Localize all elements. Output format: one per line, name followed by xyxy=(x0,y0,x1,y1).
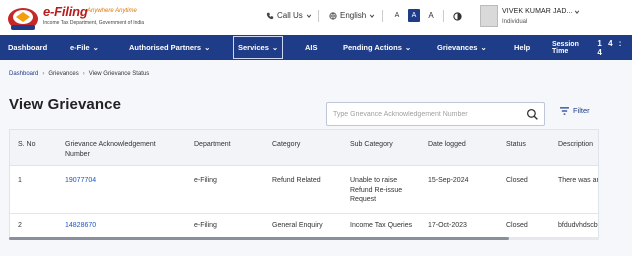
language-selector[interactable]: English xyxy=(329,11,375,20)
divider xyxy=(318,10,319,22)
table-row: 2 14828670 e-Filing General Enquiry Inco… xyxy=(10,214,599,238)
logo-title: e-Filing xyxy=(43,4,88,19)
efiling-logo[interactable]: e-Filing Anywhere Anytime Income Tax Dep… xyxy=(7,3,147,33)
cell-department: e-Filing xyxy=(194,177,217,184)
chevron-down-icon: ⌄ xyxy=(404,43,412,52)
globe-icon xyxy=(329,11,337,20)
font-normal-button[interactable]: A xyxy=(408,9,420,22)
cell-sno: 2 xyxy=(18,222,22,229)
chevron-down-icon[interactable] xyxy=(574,9,580,15)
cell-sub-category: Income Tax Queries xyxy=(350,222,413,229)
filter-label: Filter xyxy=(573,106,590,115)
chevron-down-icon xyxy=(370,14,375,18)
grievance-table: S. No Grievance Acknowledgement Number D… xyxy=(9,129,599,239)
cell-sub-category: Unable to raise Refund Re-issue Request xyxy=(350,177,403,203)
call-us-label: Call Us xyxy=(277,11,303,20)
call-us-menu[interactable]: Call Us xyxy=(266,11,312,20)
cell-date: 15-Sep-2024 xyxy=(428,177,469,184)
chevron-down-icon xyxy=(306,14,311,18)
nav-help[interactable]: Help xyxy=(514,35,530,60)
search-input[interactable] xyxy=(333,108,513,121)
breadcrumb-separator-icon: › xyxy=(82,71,85,77)
filter-icon xyxy=(560,106,569,115)
filter-button[interactable]: Filter xyxy=(560,106,590,115)
nav-efile-label: e-File xyxy=(70,43,90,52)
cell-sno: 1 xyxy=(18,177,22,184)
column-header: Status xyxy=(506,141,526,148)
phone-icon xyxy=(266,12,274,19)
divider xyxy=(443,10,444,22)
nav-help-label: Help xyxy=(514,43,531,52)
ack-number-link[interactable]: 14828670 xyxy=(65,221,96,231)
nav-efile[interactable]: e-File ⌄ xyxy=(70,35,99,60)
nav-grievances[interactable]: Grievances ⌄ xyxy=(437,35,487,60)
session-time-value: 1 4 : 4 xyxy=(597,38,624,57)
column-header: Date logged xyxy=(428,141,466,148)
logo-tagline: Anywhere Anytime xyxy=(87,8,137,14)
column-header: Sub Category xyxy=(350,141,393,148)
table-header: S. No Grievance Acknowledgement Number D… xyxy=(10,130,598,166)
column-header: Category xyxy=(272,141,301,148)
font-decrease-button[interactable]: A xyxy=(391,9,403,22)
nav-authorised-partners[interactable]: Authorised Partners ⌄ xyxy=(129,35,210,60)
breadcrumb-dashboard[interactable]: Dashboard xyxy=(9,71,38,77)
breadcrumb-grievances[interactable]: Grievances xyxy=(48,71,78,77)
column-header: Department xyxy=(194,141,231,148)
cell-description: There was an xyxy=(558,177,599,184)
nav-authorised-partners-label: Authorised Partners xyxy=(129,43,202,52)
nav-services[interactable]: Services ⌄ xyxy=(233,36,284,59)
contrast-icon[interactable] xyxy=(453,12,462,21)
nav-services-label: Services xyxy=(238,43,269,52)
chevron-down-icon: ⌄ xyxy=(480,43,487,52)
nav-pending-actions-label: Pending Actions xyxy=(343,43,402,52)
user-name[interactable]: VIVEK KUMAR JAD... xyxy=(502,8,573,15)
table-row: 1 19077704 e-Filing Refund Related Unabl… xyxy=(10,166,599,214)
ack-number-link[interactable]: 19077704 xyxy=(65,176,96,186)
nav-pending-actions[interactable]: Pending Actions ⌄ xyxy=(343,35,411,60)
logo-subtitle: Income Tax Department, Government of Ind… xyxy=(43,20,145,26)
page-title: View Grievance xyxy=(9,96,122,113)
nav-ais-label: AIS xyxy=(305,43,318,52)
language-label: English xyxy=(340,11,367,20)
cell-category: General Enquiry xyxy=(272,222,323,229)
cell-description: bfdudvhdscbv xyxy=(558,222,599,229)
cell-status: Closed xyxy=(506,222,528,229)
session-timer: Session Time 1 4 : 4 xyxy=(552,35,632,60)
nav-dashboard-label: Dashboard xyxy=(8,43,48,52)
session-time-label: Session Time xyxy=(552,40,579,55)
horizontal-scrollbar-thumb[interactable] xyxy=(9,237,509,240)
nav-ais[interactable]: AIS xyxy=(305,35,318,60)
column-header: Description xyxy=(558,141,594,148)
nav-grievances-label: Grievances xyxy=(437,43,478,52)
breadcrumb-separator-icon: › xyxy=(42,71,45,77)
chevron-down-icon: ⌄ xyxy=(204,43,211,52)
font-increase-button[interactable]: A xyxy=(425,9,437,22)
grievance-search xyxy=(326,102,545,126)
cell-date: 17-Oct-2023 xyxy=(428,222,467,229)
cell-category: Refund Related xyxy=(272,177,321,184)
column-header: Grievance Acknowledgement Number xyxy=(65,141,156,158)
breadcrumb: Dashboard › Grievances › View Grievance … xyxy=(9,71,149,77)
cell-department: e-Filing xyxy=(194,222,217,229)
nav-dashboard[interactable]: Dashboard xyxy=(8,35,47,60)
user-role: Individual xyxy=(502,19,528,25)
search-icon[interactable] xyxy=(526,108,539,121)
efiling-emblem-icon xyxy=(8,8,38,30)
chevron-down-icon: ⌄ xyxy=(271,43,279,52)
main-nav: Dashboard e-File ⌄ Authorised Partners ⌄ S… xyxy=(0,35,632,60)
column-header: S. No xyxy=(18,141,36,148)
chevron-down-icon: ⌄ xyxy=(92,43,99,52)
cell-status: Closed xyxy=(506,177,528,184)
avatar[interactable] xyxy=(480,5,498,27)
top-header: e-Filing Anywhere Anytime Income Tax Dep… xyxy=(0,0,632,35)
breadcrumb-current: View Grievance Status xyxy=(88,71,150,77)
divider xyxy=(382,10,383,22)
